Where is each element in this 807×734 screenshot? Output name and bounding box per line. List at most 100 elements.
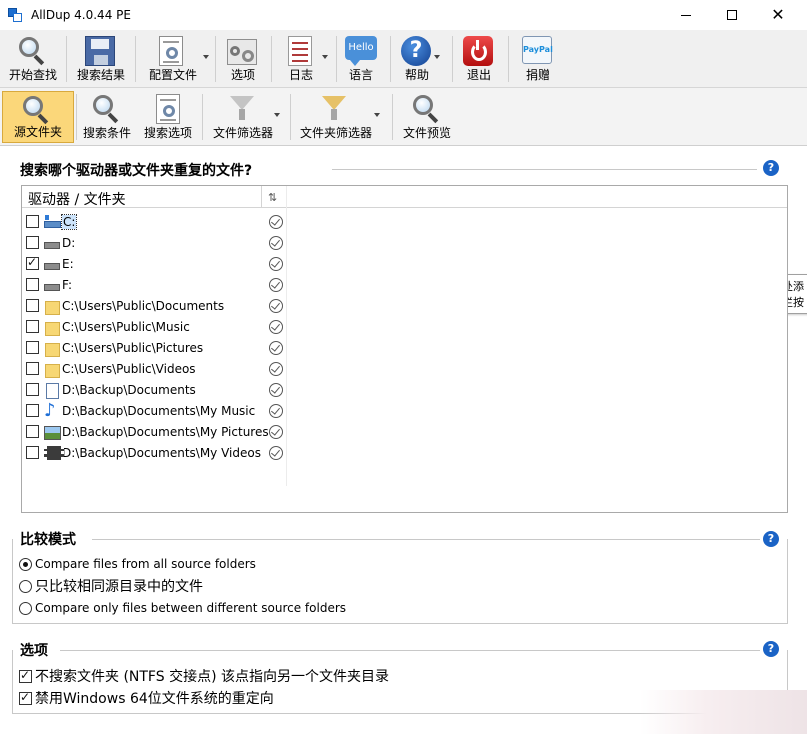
search-criteria-label: 搜索条件 <box>82 126 131 140</box>
include-check-icon[interactable] <box>269 256 283 271</box>
exit-button[interactable]: 退出 <box>458 33 500 85</box>
folder-checkbox[interactable] <box>26 320 39 333</box>
drive-icon <box>44 236 60 250</box>
donate-button[interactable]: PayPal 捐赠 <box>515 33 561 85</box>
sort-icon[interactable]: ⇅ <box>268 191 277 204</box>
tree-row[interactable]: D:\Backup\Documents\My Videos <box>26 442 296 463</box>
folder-label: D:\Backup\Documents <box>62 382 196 397</box>
include-check-icon[interactable] <box>269 403 283 418</box>
source-folders-label: 源文件夹 <box>13 125 62 139</box>
language-button[interactable]: Hello 语言 <box>340 33 382 85</box>
tree-row[interactable]: D: <box>26 232 296 253</box>
folder-tree[interactable]: 驱动器 / 文件夹 ⇅ C: D: E: F: C:\Users\Public\Docu… <box>21 185 788 513</box>
folder-checkbox[interactable] <box>26 341 39 354</box>
folder-checkbox[interactable] <box>26 215 39 228</box>
search-criteria-button[interactable]: 搜索条件 <box>80 91 134 143</box>
tree-row[interactable]: D:\Backup\Documents\My Music <box>26 400 296 421</box>
tree-row[interactable]: E: <box>26 253 296 274</box>
include-check-icon[interactable] <box>269 382 283 397</box>
close-button[interactable]: ✕ <box>755 0 801 30</box>
tree-row[interactable]: F: <box>26 274 296 295</box>
window-title: AllDup 4.0.44 PE <box>31 8 131 22</box>
include-check-icon[interactable] <box>269 319 283 334</box>
tree-header: 驱动器 / 文件夹 ⇅ <box>22 186 787 208</box>
source-toolbar: 源文件夹 搜索条件 搜索选项 文件筛选器 文件夹筛选器 文件预览 <box>0 88 807 146</box>
option-row[interactable]: 不搜索文件夹 (NTFS 交接点) 该点指向另一个文件夹目录 <box>19 666 389 686</box>
folder-label: C:\Users\Public\Documents <box>62 298 225 313</box>
search-options-label: 搜索选项 <box>143 126 192 140</box>
app-icon <box>8 8 22 22</box>
tree-row[interactable]: C:\Users\Public\Videos <box>26 358 296 379</box>
preview-icon <box>411 94 441 124</box>
include-check-icon[interactable] <box>269 277 283 292</box>
option-checkbox[interactable] <box>19 668 32 683</box>
folder-checkbox[interactable] <box>26 362 39 375</box>
folder-checkbox[interactable] <box>26 425 39 438</box>
include-check-icon[interactable] <box>269 214 283 229</box>
radio-button[interactable] <box>19 579 32 593</box>
radio-button[interactable] <box>19 557 32 571</box>
folder-checkbox[interactable] <box>26 299 39 312</box>
folder-filter-label: 文件夹筛选器 <box>299 126 372 140</box>
main-toolbar: 开始查找 搜索结果 配置文件 选项 日志 Hello 语言 ? 帮助 退出 Pa… <box>0 30 807 88</box>
help-label: 帮助 <box>404 68 429 82</box>
help-button[interactable]: ? 帮助 <box>396 33 440 85</box>
profiles-button[interactable]: 配置文件 <box>139 33 209 85</box>
folder-label: D:\Backup\Documents\My Videos <box>62 445 261 460</box>
compare-mode-option[interactable]: Compare only files between different sou… <box>19 598 346 618</box>
tree-row[interactable]: D:\Backup\Documents\My Pictures <box>26 421 296 442</box>
video-icon <box>44 445 64 460</box>
search-options-icon <box>156 94 180 124</box>
option-label: 不搜索文件夹 (NTFS 交接点) 该点指向另一个文件夹目录 <box>35 669 389 685</box>
option-checkbox[interactable] <box>19 690 32 705</box>
log-button[interactable]: 日志 <box>276 33 328 85</box>
close-icon: ✕ <box>771 5 785 24</box>
minimize-button[interactable] <box>663 0 709 30</box>
include-check-icon[interactable] <box>269 340 283 355</box>
compare-mode-option[interactable]: 只比较相同源目录中的文件 <box>19 576 203 596</box>
column-header-drive-folder[interactable]: 驱动器 / 文件夹 <box>28 189 126 209</box>
help-icon[interactable]: ? <box>763 160 779 176</box>
radio-button[interactable] <box>19 601 32 615</box>
maximize-icon <box>727 10 737 20</box>
search-options-button[interactable]: 搜索选项 <box>140 91 196 143</box>
tree-row[interactable]: C:\Users\Public\Documents <box>26 295 296 316</box>
source-folders-button[interactable]: 源文件夹 <box>2 91 74 143</box>
folder-filter-button[interactable]: 文件夹筛选器 <box>294 91 380 143</box>
folder-label: D: <box>62 235 76 250</box>
file-preview-button[interactable]: 文件预览 <box>398 91 456 143</box>
tree-row[interactable]: D:\Backup\Documents <box>26 379 296 400</box>
options-button[interactable]: 选项 <box>220 33 266 85</box>
exit-label: 退出 <box>466 68 491 82</box>
option-label: 禁用Windows 64位文件系统的重定向 <box>35 691 274 707</box>
folder-checkbox[interactable] <box>26 446 39 459</box>
folder-checkbox[interactable] <box>26 236 39 249</box>
tree-row[interactable]: C: <box>26 211 296 232</box>
folder-checkbox[interactable] <box>26 383 39 396</box>
include-check-icon[interactable] <box>269 361 283 376</box>
maximize-button[interactable] <box>709 0 755 30</box>
folder-checkbox[interactable] <box>26 255 39 270</box>
folder-checkbox[interactable] <box>26 404 39 417</box>
include-check-icon[interactable] <box>269 235 283 250</box>
folder-checkbox[interactable] <box>26 278 39 291</box>
folder-label: C: <box>60 213 78 230</box>
folder-label: C:\Users\Public\Videos <box>62 361 196 376</box>
include-check-icon[interactable] <box>269 445 283 460</box>
tree-row[interactable]: C:\Users\Public\Pictures <box>26 337 296 358</box>
compare-mode-option[interactable]: Compare files from all source folders <box>19 554 256 574</box>
power-icon <box>463 36 493 66</box>
include-check-icon[interactable] <box>269 424 283 439</box>
music-icon <box>44 400 60 421</box>
folder-search-icon <box>21 95 51 125</box>
option-row[interactable]: 禁用Windows 64位文件系统的重定向 <box>19 688 274 708</box>
file-filter-button[interactable]: 文件筛选器 <box>208 91 280 143</box>
compare-mode-label: Compare files from all source folders <box>35 557 256 571</box>
tree-row[interactable]: C:\Users\Public\Music <box>26 316 296 337</box>
start-search-button[interactable]: 开始查找 <box>4 33 62 85</box>
compare-mode-label: Compare only files between different sou… <box>35 601 347 615</box>
folder-icon <box>44 341 60 357</box>
drive-c-icon <box>44 214 61 229</box>
search-results-button[interactable]: 搜索结果 <box>70 33 132 85</box>
include-check-icon[interactable] <box>269 298 283 313</box>
